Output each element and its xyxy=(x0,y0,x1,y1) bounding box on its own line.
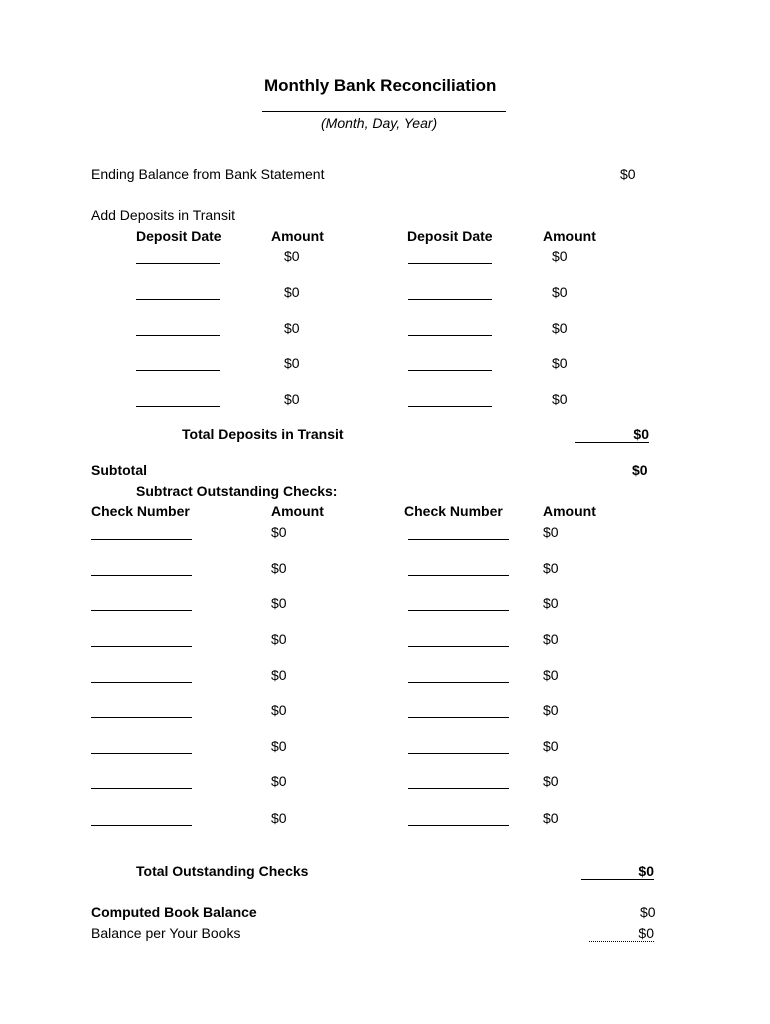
check-number-field[interactable] xyxy=(91,788,192,789)
check-amount: $0 xyxy=(543,702,559,718)
check-number-field[interactable] xyxy=(91,646,192,647)
check-number-field[interactable] xyxy=(408,717,509,718)
check-number-field[interactable] xyxy=(408,825,509,826)
check-amount: $0 xyxy=(271,595,287,611)
check-amount: $0 xyxy=(543,560,559,576)
check-number-field[interactable] xyxy=(91,825,192,826)
check-number-field[interactable] xyxy=(408,788,509,789)
deposit-date-field[interactable] xyxy=(408,335,492,336)
check-amount-header-right: Amount xyxy=(543,503,596,519)
check-number-header-right: Check Number xyxy=(404,503,503,519)
check-amount: $0 xyxy=(543,810,559,826)
date-caption: (Month, Day, Year) xyxy=(321,115,438,131)
deposit-amount: $0 xyxy=(284,248,300,264)
deposit-date-field[interactable] xyxy=(408,299,492,300)
check-number-field[interactable] xyxy=(408,682,509,683)
check-amount: $0 xyxy=(543,773,559,789)
check-amount: $0 xyxy=(271,524,287,540)
deposit-amount: $0 xyxy=(284,355,300,371)
deposit-date-field[interactable] xyxy=(408,406,492,407)
deposit-amount: $0 xyxy=(284,284,300,300)
check-number-field[interactable] xyxy=(91,610,192,611)
check-amount: $0 xyxy=(271,810,287,826)
check-amount: $0 xyxy=(271,667,287,683)
ending-balance-value: $0 xyxy=(620,166,636,182)
deposit-date-field[interactable] xyxy=(136,263,220,264)
deposit-amount: $0 xyxy=(552,355,568,371)
deposits-heading: Add Deposits in Transit xyxy=(91,207,235,223)
total-checks-value: $0 xyxy=(581,863,654,880)
deposit-date-field[interactable] xyxy=(408,263,492,264)
check-amount: $0 xyxy=(543,738,559,754)
computed-book-balance-value: $0 xyxy=(640,904,656,920)
deposit-amount: $0 xyxy=(552,320,568,336)
check-amount: $0 xyxy=(271,773,287,789)
check-amount: $0 xyxy=(543,631,559,647)
ending-balance-label: Ending Balance from Bank Statement xyxy=(91,166,325,182)
check-amount: $0 xyxy=(543,524,559,540)
deposit-date-header-right: Deposit Date xyxy=(407,228,493,244)
deposit-amount: $0 xyxy=(284,391,300,407)
check-amount: $0 xyxy=(543,595,559,611)
check-amount: $0 xyxy=(271,738,287,754)
check-amount: $0 xyxy=(271,631,287,647)
subtotal-value: $0 xyxy=(632,462,648,478)
check-number-field[interactable] xyxy=(91,753,192,754)
check-amount: $0 xyxy=(543,667,559,683)
deposit-amount-header-right: Amount xyxy=(543,228,596,244)
check-amount-header-left: Amount xyxy=(271,503,324,519)
total-deposits-value: $0 xyxy=(575,426,649,443)
check-number-field[interactable] xyxy=(408,646,509,647)
deposit-amount-header-left: Amount xyxy=(271,228,324,244)
total-checks-label: Total Outstanding Checks xyxy=(136,863,309,879)
check-number-field[interactable] xyxy=(91,717,192,718)
check-number-field[interactable] xyxy=(408,753,509,754)
check-amount: $0 xyxy=(271,702,287,718)
check-number-field[interactable] xyxy=(91,682,192,683)
deposit-amount: $0 xyxy=(552,284,568,300)
check-number-field[interactable] xyxy=(408,539,509,540)
deposit-date-field[interactable] xyxy=(136,406,220,407)
check-number-field[interactable] xyxy=(91,539,192,540)
deposit-date-header-left: Deposit Date xyxy=(136,228,222,244)
check-number-header-left: Check Number xyxy=(91,503,190,519)
date-field-line[interactable] xyxy=(262,111,506,112)
page-title: Monthly Bank Reconciliation xyxy=(264,76,497,95)
deposit-amount: $0 xyxy=(284,320,300,336)
computed-book-balance-label: Computed Book Balance xyxy=(91,904,257,920)
deposit-date-field[interactable] xyxy=(136,370,220,371)
check-amount: $0 xyxy=(271,560,287,576)
deposit-date-field[interactable] xyxy=(136,335,220,336)
balance-per-books-value[interactable]: $0 xyxy=(589,925,654,942)
check-number-field[interactable] xyxy=(408,575,509,576)
check-number-field[interactable] xyxy=(408,610,509,611)
checks-heading: Subtract Outstanding Checks: xyxy=(136,483,338,499)
balance-per-books-label: Balance per Your Books xyxy=(91,925,241,941)
deposit-date-field[interactable] xyxy=(408,370,492,371)
deposit-amount: $0 xyxy=(552,391,568,407)
check-number-field[interactable] xyxy=(91,575,192,576)
subtotal-label: Subtotal xyxy=(91,462,147,478)
deposit-date-field[interactable] xyxy=(136,299,220,300)
total-deposits-label: Total Deposits in Transit xyxy=(182,426,344,442)
deposit-amount: $0 xyxy=(552,248,568,264)
